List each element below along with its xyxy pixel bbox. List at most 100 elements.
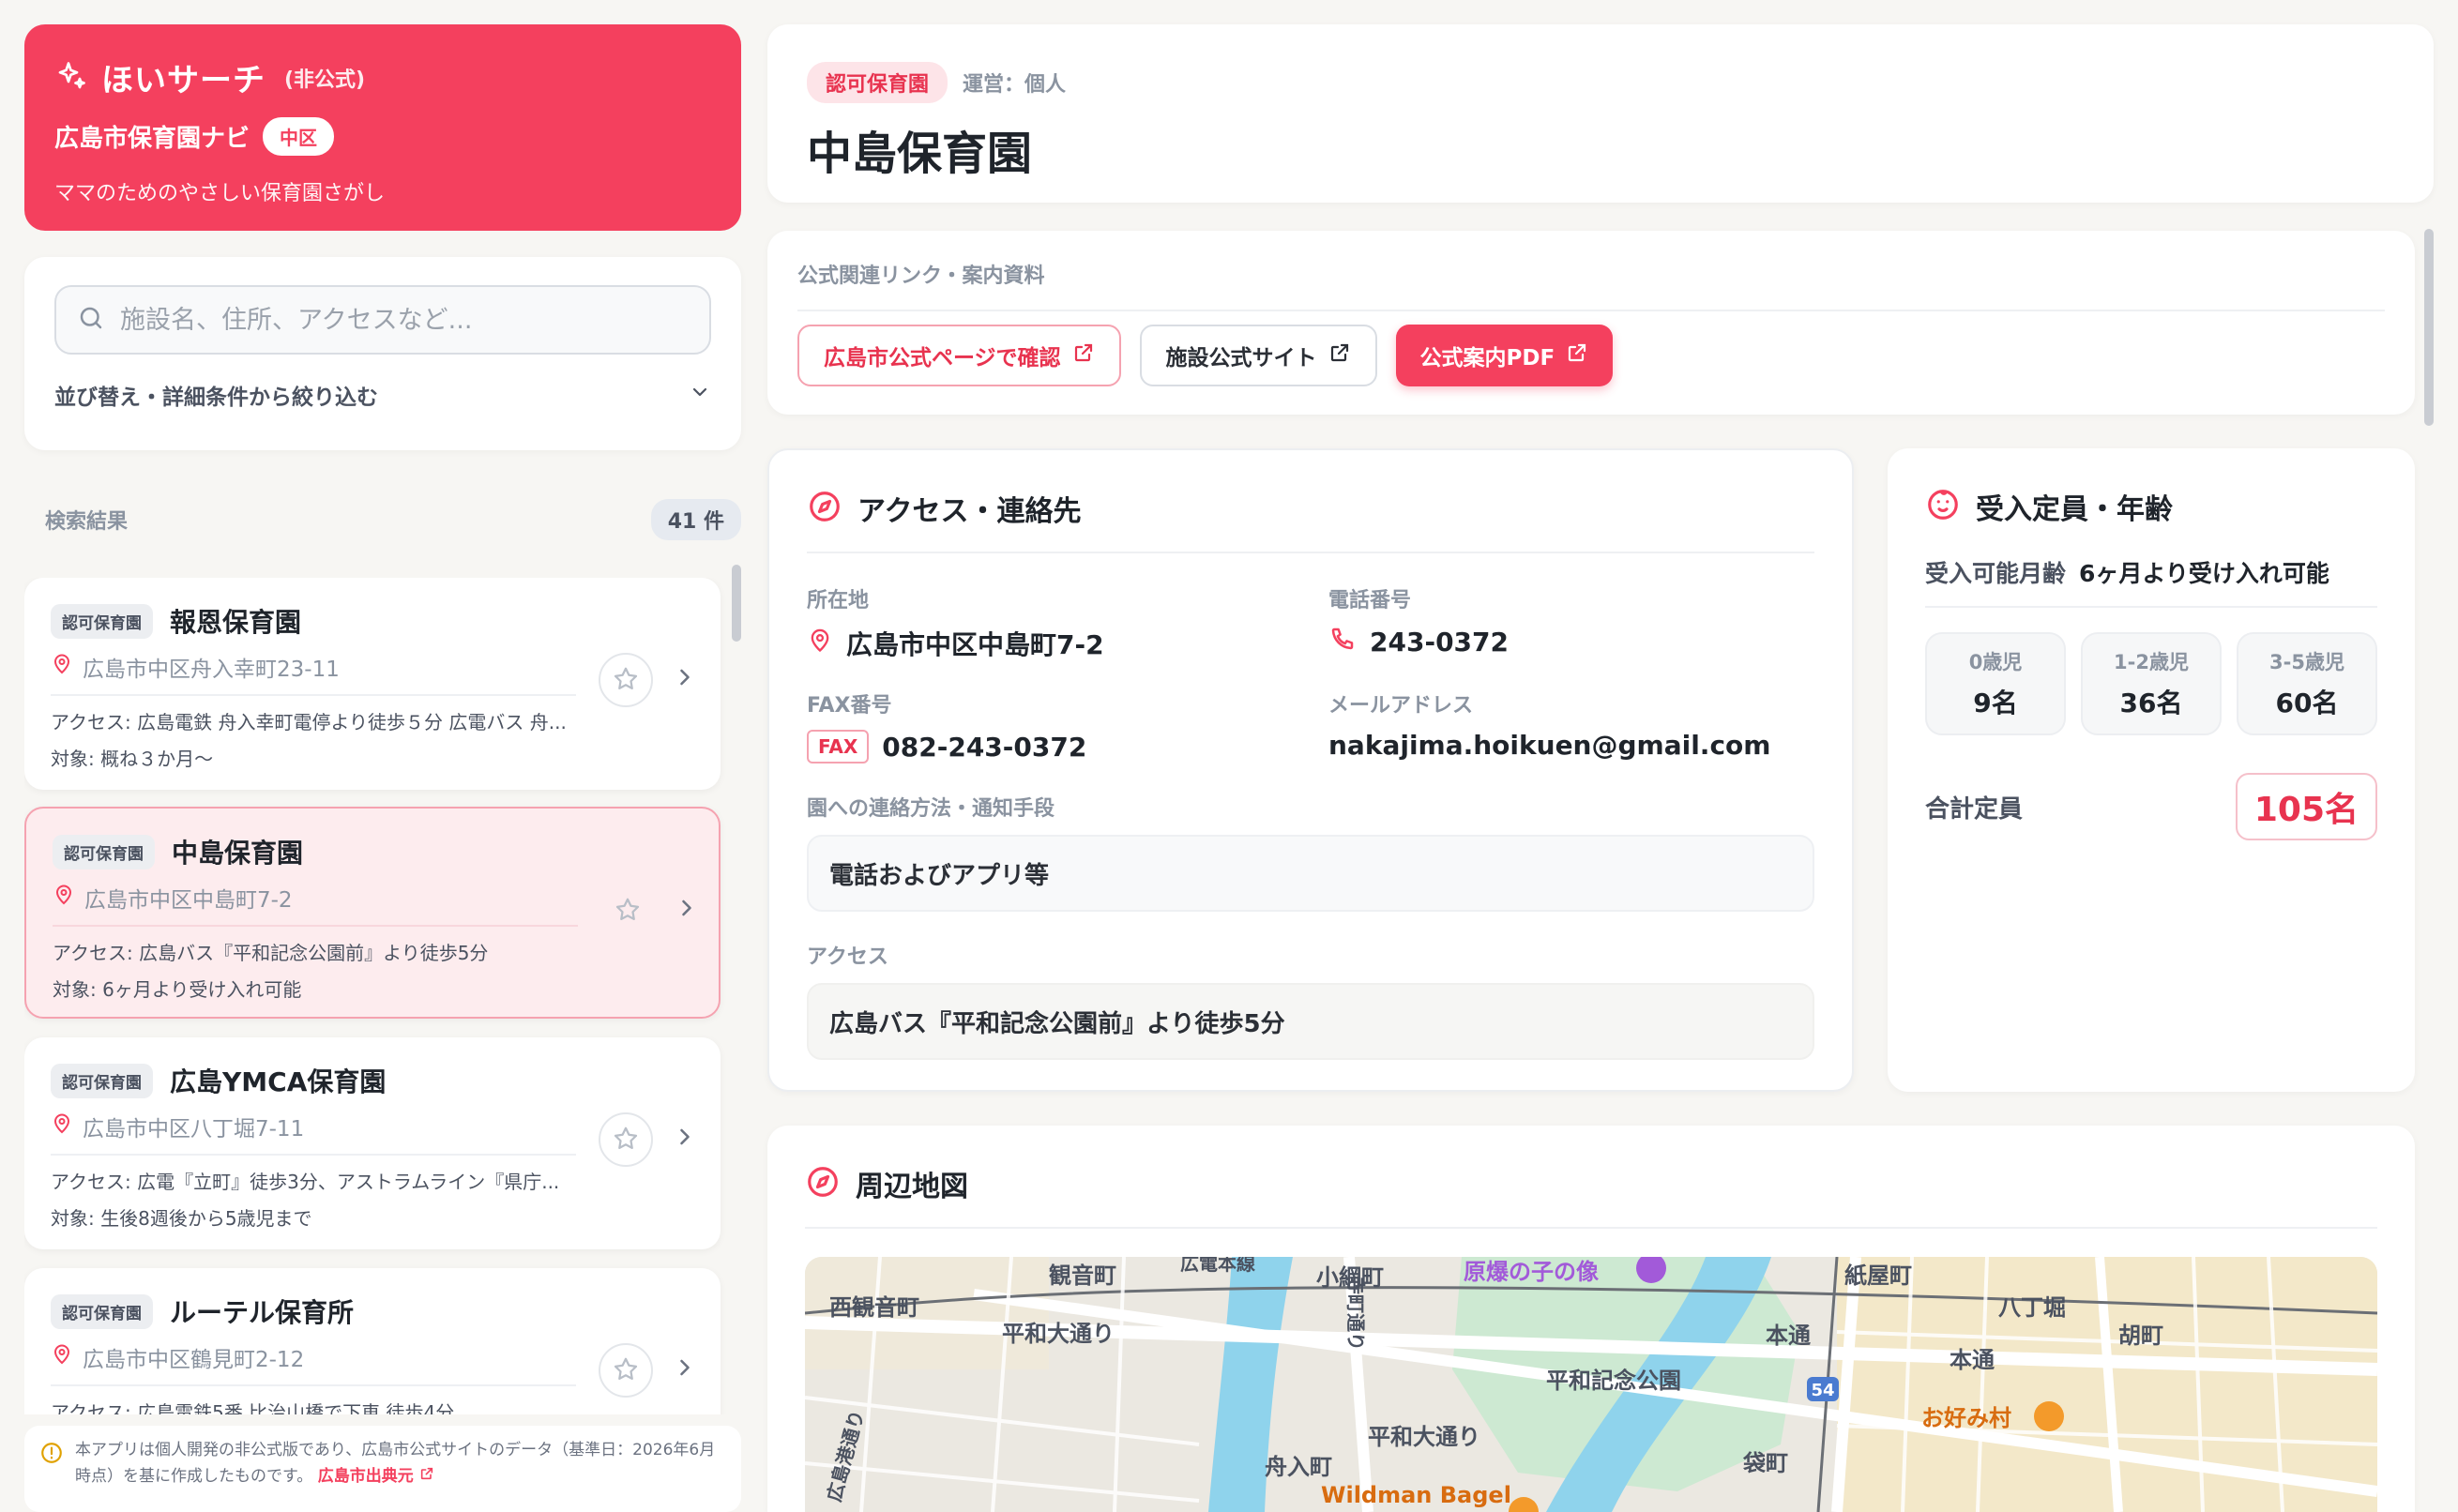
age-group-3-5: 3-5歳児 60名 [2237, 632, 2377, 735]
city-page-label: 広島市公式ページで確認 [824, 346, 1061, 370]
map-label: 本通 [1766, 1323, 1811, 1349]
map-view[interactable]: 54 観音町 西観音町 広電本線 小網町 原爆の子の像 紙屋町 八丁堀 平和大通… [805, 1257, 2377, 1512]
facility-header: 認可保育園 運営：個人 中島保育園 [767, 24, 2434, 203]
map-label: 西観音町 [829, 1294, 919, 1321]
facility-site-button[interactable]: 施設公式サイト [1139, 325, 1377, 386]
star-icon [614, 896, 642, 927]
age-group-1-2: 1-2歳児 36名 [2081, 632, 2222, 735]
facility-title: 中島保育園 [807, 128, 1033, 180]
phone-link[interactable]: 243-0372 [1370, 627, 1509, 658]
facility-card[interactable]: 認可保育園 広島YMCA保育園 広島市中区八丁堀7-11 アクセス: 広電『立町… [24, 1037, 721, 1249]
app-subtitle: 広島市保育園ナビ [54, 125, 250, 153]
unofficial-label: (非公式) [284, 68, 366, 92]
fax-tag: FAX [807, 730, 870, 764]
results-header: 検索結果 41 件 [45, 499, 741, 540]
map-label: 寺町通り [1344, 1276, 1367, 1351]
app-title: ほいサーチ [101, 62, 266, 99]
total-capacity-row: 合計定員 105名 [1925, 773, 2377, 840]
star-icon [612, 1355, 640, 1386]
chevron-right-icon[interactable] [672, 1354, 698, 1384]
compass-icon [807, 489, 842, 528]
facility-target: 対象: 概ね３か月〜 [51, 748, 214, 770]
age-group-label: 0歳児 [1968, 651, 2023, 673]
divider [51, 1154, 576, 1156]
favorite-button[interactable] [599, 1343, 653, 1398]
warning-icon [39, 1441, 64, 1474]
map-label: 原爆の子の像 [1464, 1259, 1600, 1285]
facility-card-selected[interactable]: 認可保育園 中島保育園 広島市中区中島町7-2 アクセス: 広島バス『平和記念公… [24, 807, 721, 1019]
source-link[interactable]: 広島市出典元 [318, 1467, 434, 1486]
chevron-right-icon[interactable] [674, 895, 700, 925]
facility-address: 広島市中区中島町7-2 [84, 888, 293, 913]
map-title: 周辺地図 [856, 1171, 968, 1203]
compass-icon [805, 1164, 841, 1203]
search-icon [77, 304, 105, 336]
address-label: 所在地 [807, 589, 870, 612]
external-link-icon [1566, 341, 1588, 370]
facility-access: アクセス: 広電『立町』徒歩3分、アストラムライン『県庁... [51, 1171, 560, 1193]
divider [51, 694, 576, 696]
facility-name: ルーテル保育所 [170, 1297, 355, 1328]
map-label: 八丁堀 [1998, 1294, 2066, 1321]
facility-type-badge: 認可保育園 [51, 1063, 153, 1098]
filter-label: 並び替え・詳細条件から絞り込む [54, 386, 378, 410]
age-group-value: 9名 [1973, 688, 2018, 718]
official-pdf-label: 公式案内PDF [1419, 346, 1555, 370]
filter-toggle[interactable]: 並び替え・詳細条件から絞り込む [54, 379, 711, 411]
favorite-button[interactable] [599, 1112, 653, 1167]
map-label: 広電本線 [1180, 1257, 1255, 1275]
total-capacity-value: 105名 [2235, 773, 2377, 840]
map-label: 本通 [1950, 1347, 1995, 1373]
favorite-button[interactable] [599, 653, 653, 707]
search-box[interactable] [54, 285, 711, 355]
location-pin-icon [51, 1343, 73, 1371]
access-value: 広島バス『平和記念公園前』より徒歩5分 [807, 983, 1814, 1060]
facility-card[interactable]: 認可保育園 報恩保育園 広島市中区舟入幸町23-11 アクセス: 広島電鉄 舟入… [24, 578, 721, 790]
main-scrollbar[interactable] [2424, 229, 2434, 426]
accepted-age-label: 受入可能月齢 [1925, 560, 2067, 587]
facility-type-badge: 認可保育園 [51, 603, 153, 639]
chevron-right-icon[interactable] [672, 664, 698, 694]
facility-list[interactable]: 認可保育園 報恩保育園 広島市中区舟入幸町23-11 アクセス: 広島電鉄 舟入… [24, 578, 741, 1414]
route-shield-label: 54 [1811, 1381, 1834, 1400]
facility-name: 報恩保育園 [170, 607, 302, 638]
total-capacity-label: 合計定員 [1925, 794, 2024, 824]
official-pdf-button[interactable]: 公式案内PDF [1395, 325, 1614, 386]
star-icon [612, 665, 640, 696]
access-label: アクセス [807, 945, 888, 969]
capacity-panel: 受入定員・年齢 受入可能月齢 6ヶ月より受け入れ可能 0歳児 9名 1-2歳児 … [1888, 448, 2415, 1092]
email-link[interactable]: nakajima.hoikuen@gmail.com [1328, 730, 1770, 761]
baby-face-icon [1925, 487, 1961, 526]
chevron-right-icon[interactable] [672, 1124, 698, 1154]
links-caption: 公式関連リンク・案内資料 [797, 265, 1045, 288]
location-pin-icon [53, 884, 75, 912]
age-group-0: 0歳児 9名 [1925, 632, 2066, 735]
list-scrollbar[interactable] [732, 565, 741, 642]
age-group-value: 60名 [2275, 688, 2339, 718]
divider [805, 1227, 2377, 1229]
address-value: 広島市中区中島町7-2 [846, 629, 1104, 660]
results-count: 41 件 [650, 499, 741, 540]
age-group-value: 36名 [2119, 688, 2183, 718]
external-link-icon [1328, 341, 1351, 370]
search-input[interactable] [120, 305, 689, 335]
email-label: メールアドレス [1328, 694, 1474, 718]
source-link-label: 広島市出典元 [317, 1467, 414, 1486]
facility-site-label: 施設公式サイト [1165, 346, 1317, 370]
sparkle-icon [54, 59, 88, 97]
favorite-button[interactable] [600, 884, 655, 938]
city-page-button[interactable]: 広島市公式ページで確認 [797, 325, 1121, 386]
facility-access: アクセス: 広島電鉄 舟入幸町電停より徒歩５分 広電バス 舟... [51, 711, 567, 733]
email-field: メールアドレス nakajima.hoikuen@gmail.com [1328, 688, 1816, 764]
map-label: 平和記念公園 [1546, 1368, 1681, 1394]
facility-card[interactable]: 認可保育園 ルーテル保育所 広島市中区鶴見町2-12 アクセス: 広島電鉄5番 … [24, 1268, 721, 1414]
location-pin-icon [51, 1112, 73, 1141]
phone-icon [1328, 625, 1357, 659]
ward-badge[interactable]: 中区 [263, 117, 335, 156]
facility-name: 中島保育園 [172, 838, 304, 869]
facility-type-badge: 認可保育園 [51, 1293, 153, 1329]
facility-target: 対象: 6ヶ月より受け入れ可能 [53, 978, 302, 1001]
accepted-age-value: 6ヶ月より受け入れ可能 [2079, 560, 2329, 587]
operator-label: 運営：個人 [963, 73, 1067, 97]
accepted-age-row: 受入可能月齢 6ヶ月より受け入れ可能 [1925, 555, 2377, 589]
